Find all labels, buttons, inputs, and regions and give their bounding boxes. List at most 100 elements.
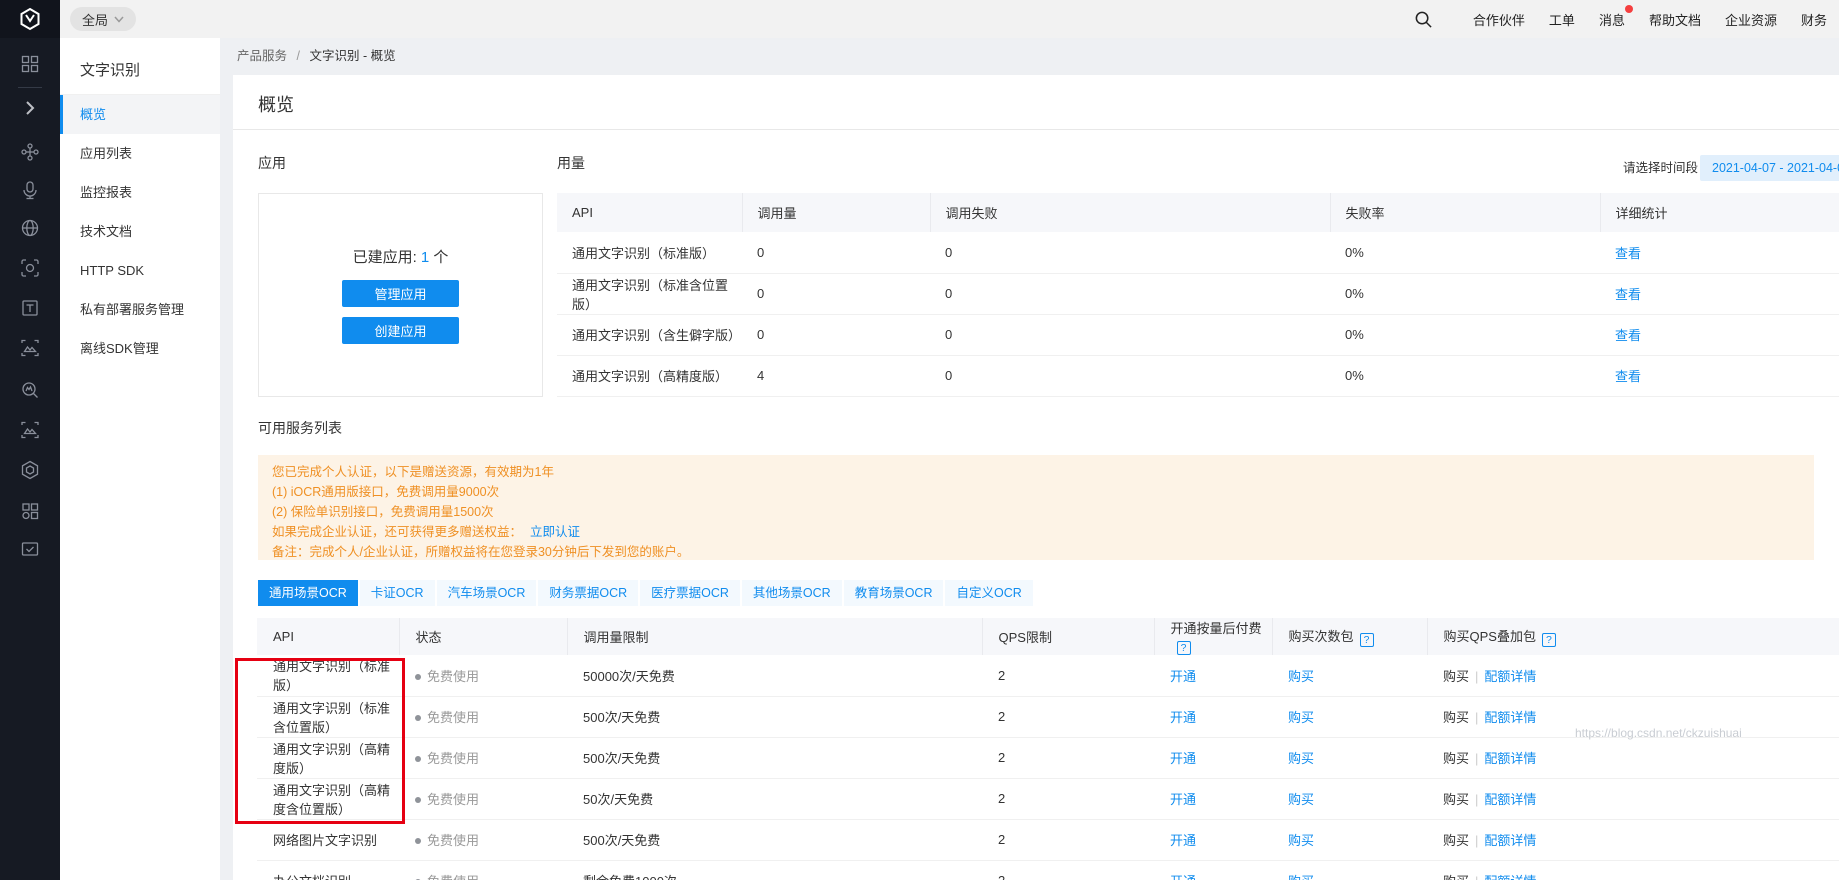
service-api: 通用文字识别（标准版） <box>257 655 399 696</box>
sidebar-item-overview[interactable]: 概览 <box>60 95 220 134</box>
svc-col-quota: 调用量限制 <box>567 618 982 655</box>
sidebar-item-private-deploy[interactable]: 私有部署服务管理 <box>60 290 220 329</box>
tab-card-ocr[interactable]: 卡证OCR <box>360 580 435 606</box>
quota-detail-link[interactable]: 配额详情 <box>1484 874 1536 880</box>
manage-app-button[interactable]: 管理应用 <box>342 280 459 307</box>
tab-other-ocr[interactable]: 其他场景OCR <box>742 580 842 606</box>
buy-pack-link[interactable]: 购买 <box>1288 792 1314 807</box>
image-check-icon[interactable] <box>20 539 40 559</box>
usage-section-heading: 用量 <box>557 153 585 173</box>
image-search-icon[interactable] <box>20 380 40 400</box>
search-icon[interactable] <box>1414 10 1433 29</box>
activate-link[interactable]: 开通 <box>1170 669 1196 684</box>
service-qps: 2 <box>982 655 1154 696</box>
view-detail-link[interactable]: 查看 <box>1615 328 1641 343</box>
quota-detail-link[interactable]: 配额详情 <box>1484 669 1536 684</box>
buy-qps-link[interactable]: 购买 <box>1443 751 1469 766</box>
buy-pack-link[interactable]: 购买 <box>1288 874 1314 880</box>
help-icon[interactable]: ? <box>1542 633 1556 647</box>
certification-notice: 您已完成个人认证，以下是赠送资源，有效期为1年 (1) iOCR通用版接口，免费… <box>258 455 1814 560</box>
activate-link[interactable]: 开通 <box>1170 874 1196 880</box>
breadcrumb-separator: / <box>297 49 300 63</box>
status-dot-icon <box>415 797 421 803</box>
usage-col-calls: 调用量 <box>742 193 930 232</box>
usage-rate: 0% <box>1330 355 1600 396</box>
main-area: 产品服务 / 文字识别 - 概览 概览 应用 已建应用: 1 个 管理应用 创建… <box>220 38 1839 880</box>
view-detail-link[interactable]: 查看 <box>1615 369 1641 384</box>
breadcrumb-products[interactable]: 产品服务 <box>237 49 287 63</box>
svc-col-status: 状态 <box>399 618 567 655</box>
activate-link[interactable]: 开通 <box>1170 792 1196 807</box>
service-api: 通用文字识别（标准含位置版） <box>257 696 399 737</box>
buy-pack-link[interactable]: 购买 <box>1288 833 1314 848</box>
topnav-messages[interactable]: 消息 <box>1599 10 1625 29</box>
help-icon[interactable]: ? <box>1360 633 1374 647</box>
topnav-enterprise-resources[interactable]: 企业资源 <box>1725 10 1777 29</box>
buy-pack-link[interactable]: 购买 <box>1288 751 1314 766</box>
tab-finance-ocr[interactable]: 财务票据OCR <box>538 580 638 606</box>
usage-fails: 0 <box>930 232 1330 273</box>
usage-col-fail-rate: 失败率 <box>1330 193 1600 232</box>
buy-pack-link[interactable]: 购买 <box>1288 669 1314 684</box>
quota-detail-link[interactable]: 配额详情 <box>1484 710 1536 725</box>
sidebar-item-offline-sdk[interactable]: 离线SDK管理 <box>60 329 220 368</box>
quota-detail-link[interactable]: 配额详情 <box>1484 833 1536 848</box>
status-dot-icon <box>415 756 421 762</box>
image-scan-icon[interactable] <box>20 338 40 358</box>
tab-custom-ocr[interactable]: 自定义OCR <box>945 580 1032 606</box>
globe-icon[interactable] <box>20 218 40 238</box>
sidebar-item-http-sdk[interactable]: HTTP SDK <box>60 251 220 290</box>
notice-cta-prefix: 如果完成企业认证，还可获得更多赠送权益： <box>272 525 522 539</box>
created-apps-suffix: 个 <box>433 249 448 266</box>
usage-col-api: API <box>557 193 742 232</box>
quota-detail-link[interactable]: 配额详情 <box>1484 792 1536 807</box>
topnav-tickets[interactable]: 工单 <box>1549 10 1575 29</box>
tab-education-ocr[interactable]: 教育场景OCR <box>844 580 944 606</box>
dashboard-grid-icon[interactable] <box>20 54 40 74</box>
buy-qps-link[interactable]: 购买 <box>1443 874 1469 880</box>
sidebar-item-monitor-report[interactable]: 监控报表 <box>60 173 220 212</box>
create-app-button[interactable]: 创建应用 <box>342 317 459 344</box>
date-range-picker[interactable]: 2021-04-07 - 2021-04-07 <box>1700 155 1839 181</box>
certify-now-link[interactable]: 立即认证 <box>530 525 580 539</box>
node-network-icon[interactable] <box>20 142 40 162</box>
buy-qps-link[interactable]: 购买 <box>1443 710 1469 725</box>
hexagon-tech-icon[interactable] <box>20 460 40 480</box>
activate-link[interactable]: 开通 <box>1170 751 1196 766</box>
activate-link[interactable]: 开通 <box>1170 833 1196 848</box>
view-detail-link[interactable]: 查看 <box>1615 246 1641 261</box>
buy-qps-link[interactable]: 购买 <box>1443 792 1469 807</box>
tab-vehicle-ocr[interactable]: 汽车场景OCR <box>437 580 537 606</box>
status-dot-icon <box>415 838 421 844</box>
topnav-partners[interactable]: 合作伙伴 <box>1473 10 1525 29</box>
tab-general-ocr[interactable]: 通用场景OCR <box>258 580 358 606</box>
activate-link[interactable]: 开通 <box>1170 710 1196 725</box>
quota-detail-link[interactable]: 配额详情 <box>1484 751 1536 766</box>
topnav-finance[interactable]: 财务 <box>1801 10 1827 29</box>
service-quota: 500次/天免费 <box>567 819 982 860</box>
text-recognition-icon[interactable] <box>20 298 40 318</box>
image-review-icon[interactable] <box>20 420 40 440</box>
region-scope-selector[interactable]: 全局 <box>70 7 136 31</box>
buy-pack-link[interactable]: 购买 <box>1288 710 1314 725</box>
view-detail-link[interactable]: 查看 <box>1615 287 1641 302</box>
usage-api: 通用文字识别（含生僻字版） <box>557 314 742 355</box>
help-icon[interactable]: ? <box>1177 641 1191 655</box>
buy-qps-link[interactable]: 购买 <box>1443 669 1469 684</box>
topnav-help-docs[interactable]: 帮助文档 <box>1649 10 1701 29</box>
face-recognition-icon[interactable] <box>20 258 40 278</box>
tab-medical-ocr[interactable]: 医疗票据OCR <box>640 580 740 606</box>
sidebar-item-app-list[interactable]: 应用列表 <box>60 134 220 173</box>
buy-qps-link[interactable]: 购买 <box>1443 833 1469 848</box>
service-quota: 50000次/天免费 <box>567 655 982 696</box>
usage-row: 通用文字识别（标准版） 0 0 0% 查看 <box>557 232 1839 273</box>
expand-chevron-icon[interactable] <box>20 98 40 118</box>
microphone-icon[interactable] <box>20 180 40 200</box>
svc-col-buy-pack: 购买次数包? <box>1272 618 1427 655</box>
services-table: API 状态 调用量限制 QPS限制 开通按量后付费? 购买次数包? 购买QPS… <box>257 618 1839 880</box>
service-row: 网络图片文字识别 免费使用 500次/天免费 2 开通 购买 购买|配额详情 <box>257 819 1839 860</box>
sidebar-item-tech-docs[interactable]: 技术文档 <box>60 212 220 251</box>
baidu-cloud-logo[interactable] <box>0 0 60 38</box>
app-grid-icon[interactable] <box>20 501 40 521</box>
page-title: 概览 <box>233 75 1839 130</box>
